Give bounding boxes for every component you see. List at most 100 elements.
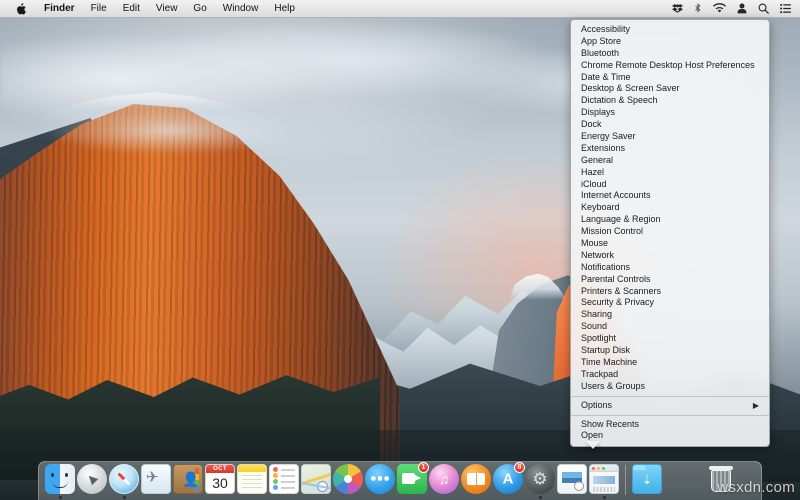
window-app-icon bbox=[589, 464, 619, 494]
menu-item-label: Desktop & Screen Saver bbox=[581, 83, 759, 95]
menu-item-show-recents[interactable]: Show Recents bbox=[571, 419, 769, 431]
menu-file[interactable]: File bbox=[83, 0, 115, 17]
mail-icon: ✈ bbox=[141, 464, 171, 494]
menu-item-label: Dictation & Speech bbox=[581, 95, 759, 107]
desktop-screen: Finder File Edit View Go Window Help bbox=[0, 0, 800, 500]
wifi-icon[interactable] bbox=[713, 0, 726, 18]
maps-icon bbox=[301, 464, 331, 494]
dock-item-launchpad[interactable]: ▲ bbox=[76, 462, 108, 499]
menu-item-trackpad[interactable]: Trackpad bbox=[571, 369, 769, 381]
menu-item-time-machine[interactable]: Time Machine bbox=[571, 357, 769, 369]
dock-item-photos[interactable] bbox=[332, 462, 364, 499]
menu-item-label: Energy Saver bbox=[581, 131, 759, 143]
dock-item-reminders[interactable] bbox=[268, 462, 300, 499]
menu-pointer-arrow bbox=[586, 441, 600, 449]
menu-item-icloud[interactable]: iCloud bbox=[571, 179, 769, 191]
menu-item-dock[interactable]: Dock bbox=[571, 119, 769, 131]
ibooks-icon bbox=[461, 464, 491, 494]
menu-bar[interactable]: Finder File Edit View Go Window Help bbox=[0, 0, 800, 18]
system-preferences-icon: ⚙ bbox=[525, 464, 555, 494]
menu-item-energy-saver[interactable]: Energy Saver bbox=[571, 131, 769, 143]
menu-item-parental-controls[interactable]: Parental Controls bbox=[571, 274, 769, 286]
menu-bar-status-icons bbox=[672, 0, 800, 18]
menu-item-options[interactable]: Options▶ bbox=[571, 400, 769, 412]
user-account-icon[interactable] bbox=[737, 0, 747, 18]
dock-item-window-app[interactable] bbox=[588, 462, 620, 499]
menu-finder[interactable]: Finder bbox=[36, 0, 83, 17]
menu-item-mission-control[interactable]: Mission Control bbox=[571, 226, 769, 238]
menu-item-date-time[interactable]: Date & Time bbox=[571, 72, 769, 84]
dock-item-messages[interactable]: ●●● bbox=[364, 462, 396, 499]
dock-item-downloads[interactable]: ⇣ bbox=[631, 462, 663, 499]
spotlight-search-icon[interactable] bbox=[758, 0, 769, 18]
menu-item-sound[interactable]: Sound bbox=[571, 321, 769, 333]
menu-item-label: App Store bbox=[581, 36, 759, 48]
menu-item-chrome-remote-desktop-host-preferences[interactable]: Chrome Remote Desktop Host Preferences bbox=[571, 60, 769, 72]
menu-item-security-privacy[interactable]: Security & Privacy bbox=[571, 297, 769, 309]
menu-item-displays[interactable]: Displays bbox=[571, 107, 769, 119]
menu-view[interactable]: View bbox=[148, 0, 186, 17]
dock-item-notes[interactable] bbox=[236, 462, 268, 499]
dock[interactable]: ▲ ✈ 👤 OCT 30 bbox=[38, 461, 762, 500]
menu-item-label: Bluetooth bbox=[581, 48, 759, 60]
menu-item-keyboard[interactable]: Keyboard bbox=[571, 202, 769, 214]
dock-item-ibooks[interactable] bbox=[460, 462, 492, 499]
dock-item-safari[interactable] bbox=[108, 462, 140, 499]
menu-item-open[interactable]: Open bbox=[571, 430, 769, 442]
menu-item-extensions[interactable]: Extensions bbox=[571, 143, 769, 155]
bluetooth-icon[interactable] bbox=[694, 0, 702, 18]
photos-icon bbox=[333, 464, 363, 494]
finder-icon bbox=[45, 464, 75, 494]
dock-item-preview[interactable] bbox=[556, 462, 588, 499]
system-preferences-dock-menu[interactable]: AccessibilityApp StoreBluetoothChrome Re… bbox=[570, 19, 770, 447]
menu-help[interactable]: Help bbox=[266, 0, 303, 17]
menu-item-spotlight[interactable]: Spotlight bbox=[571, 333, 769, 345]
menu-item-mouse[interactable]: Mouse bbox=[571, 238, 769, 250]
menu-item-sharing[interactable]: Sharing bbox=[571, 309, 769, 321]
menu-item-notifications[interactable]: Notifications bbox=[571, 262, 769, 274]
menu-item-label: Dock bbox=[581, 119, 759, 131]
menu-item-accessibility[interactable]: Accessibility bbox=[571, 24, 769, 36]
dropbox-icon[interactable] bbox=[672, 0, 683, 18]
menu-item-network[interactable]: Network bbox=[571, 250, 769, 262]
menu-item-dictation-speech[interactable]: Dictation & Speech bbox=[571, 95, 769, 107]
dock-item-system-preferences[interactable]: ⚙ bbox=[524, 462, 556, 499]
dock-item-itunes[interactable]: ♫ bbox=[428, 462, 460, 499]
menu-bar-app-menus: Finder File Edit View Go Window Help bbox=[0, 0, 303, 17]
menu-item-general[interactable]: General bbox=[571, 155, 769, 167]
menu-edit[interactable]: Edit bbox=[115, 0, 148, 17]
dock-item-maps[interactable] bbox=[300, 462, 332, 499]
menu-item-label: Chrome Remote Desktop Host Preferences bbox=[581, 60, 759, 72]
dock-item-trash[interactable] bbox=[705, 462, 737, 499]
menu-item-label: Language & Region bbox=[581, 214, 759, 226]
dock-item-facetime[interactable]: 1 bbox=[396, 462, 428, 499]
menu-item-label: Mouse bbox=[581, 238, 759, 250]
preview-icon bbox=[557, 464, 587, 494]
menu-item-hazel[interactable]: Hazel bbox=[571, 167, 769, 179]
menu-item-startup-disk[interactable]: Startup Disk bbox=[571, 345, 769, 357]
menu-item-language-region[interactable]: Language & Region bbox=[571, 214, 769, 226]
menu-item-label: Spotlight bbox=[581, 333, 759, 345]
menu-window[interactable]: Window bbox=[215, 0, 267, 17]
menu-item-internet-accounts[interactable]: Internet Accounts bbox=[571, 190, 769, 202]
notification-center-icon[interactable] bbox=[780, 0, 791, 18]
dock-item-finder[interactable] bbox=[44, 462, 76, 499]
dock-item-calendar[interactable]: OCT 30 bbox=[204, 462, 236, 499]
menu-item-bluetooth[interactable]: Bluetooth bbox=[571, 48, 769, 60]
downloads-folder-icon: ⇣ bbox=[632, 464, 662, 494]
submenu-chevron-right-icon: ▶ bbox=[753, 402, 759, 410]
menu-item-label: Hazel bbox=[581, 167, 759, 179]
contacts-icon: 👤 bbox=[173, 464, 203, 494]
running-indicator bbox=[539, 496, 542, 499]
menu-go[interactable]: Go bbox=[185, 0, 214, 17]
menu-item-desktop-screen-saver[interactable]: Desktop & Screen Saver bbox=[571, 83, 769, 95]
dock-item-mail[interactable]: ✈ bbox=[140, 462, 172, 499]
menu-item-users-groups[interactable]: Users & Groups bbox=[571, 381, 769, 393]
apple-logo-icon[interactable] bbox=[6, 3, 36, 15]
menu-item-app-store[interactable]: App Store bbox=[571, 36, 769, 48]
dock-item-contacts[interactable]: 👤 bbox=[172, 462, 204, 499]
menu-item-label: Trackpad bbox=[581, 369, 759, 381]
menu-separator bbox=[571, 396, 769, 397]
dock-item-app-store[interactable]: A 8 bbox=[492, 462, 524, 499]
menu-item-printers-scanners[interactable]: Printers & Scanners bbox=[571, 286, 769, 298]
